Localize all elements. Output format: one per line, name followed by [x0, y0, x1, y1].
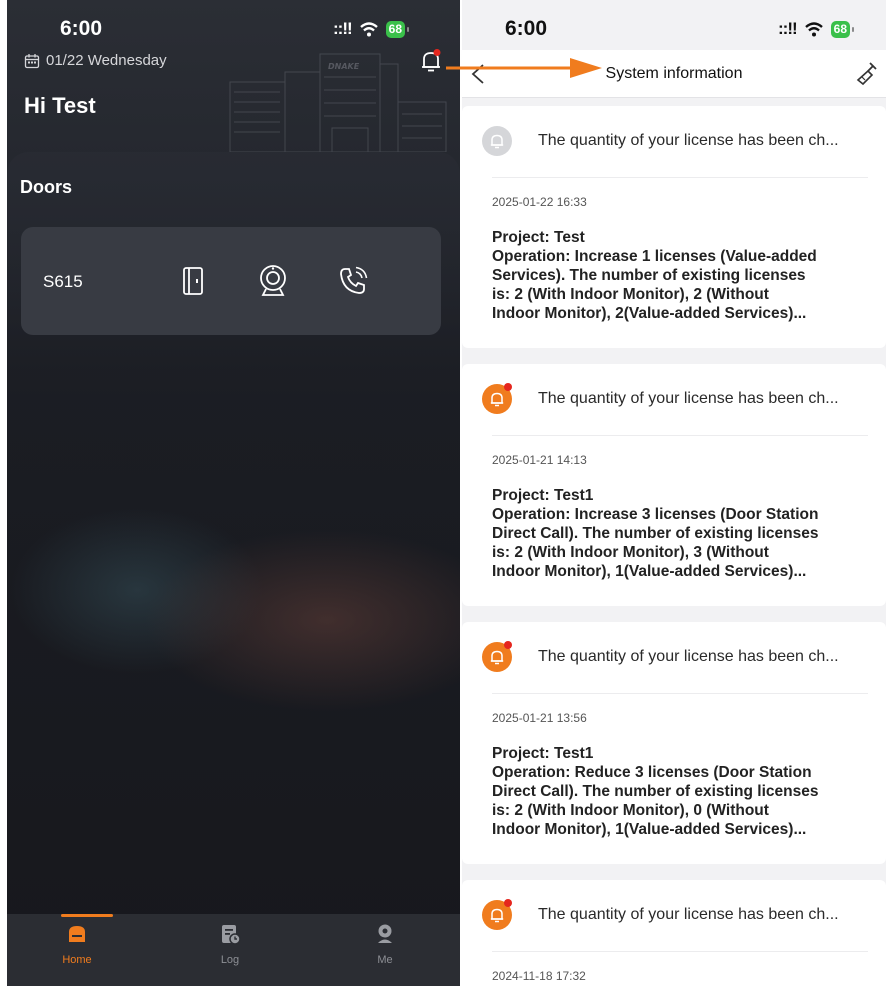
unread-dot — [504, 899, 512, 907]
battery-indicator: 68 — [830, 20, 855, 38]
message-body-line: is: 2 (With Indoor Monitor), 0 (Without — [492, 802, 769, 819]
bell-icon — [482, 126, 512, 156]
cellular-signal-icon: ::!! — [333, 19, 353, 38]
message-subject: The quantity of your license has been ch… — [538, 132, 839, 149]
home-icon — [69, 926, 85, 942]
greeting: Hi Test — [24, 93, 96, 118]
message-subject: The quantity of your license has been ch… — [538, 648, 839, 665]
system-information-screen: 6:00 ::!! 68 System information The quan… — [462, 0, 886, 986]
tab-me[interactable]: Me — [325, 914, 445, 986]
message-card[interactable]: The quantity of your license has been ch… — [462, 880, 886, 986]
battery-indicator: 68 — [385, 20, 410, 38]
message-header: The quantity of your license has been ch… — [482, 126, 839, 156]
tab-home[interactable]: Home — [17, 914, 137, 986]
date-row: 01/22 Wednesday — [24, 52, 167, 69]
message-body-line: Project: Test1 — [492, 745, 594, 762]
message-body-line: Direct Call). The number of existing lic… — [492, 783, 819, 800]
message-body-line: Services). The number of existing licens… — [492, 267, 806, 284]
message-timestamp: 2025-01-22 16:33 — [492, 195, 587, 209]
door-card[interactable]: S615 — [21, 227, 441, 335]
message-card[interactable]: The quantity of your license has been ch… — [462, 106, 886, 348]
tab-log[interactable]: Log — [170, 914, 290, 986]
message-header: The quantity of your license has been ch… — [482, 641, 839, 672]
message-body-line: Project: Test1 — [492, 487, 594, 504]
message-body-line: Direct Call). The number of existing lic… — [492, 525, 819, 542]
date-text: 01/22 Wednesday — [46, 52, 167, 69]
message-header: The quantity of your license has been ch… — [482, 383, 839, 414]
active-tab-indicator — [61, 914, 113, 917]
message-timestamp: 2025-01-21 13:56 — [492, 711, 587, 725]
wifi-icon — [359, 22, 378, 37]
tab-bar: Home Log Me — [7, 914, 460, 986]
svg-text:DNAKE: DNAKE — [328, 62, 360, 71]
status-time: 6:00 — [60, 17, 103, 40]
door-unlock-icon[interactable] — [171, 259, 215, 303]
bell-icon — [482, 641, 512, 672]
message-body: Project: Test Operation: Increase 1 licen… — [492, 228, 860, 323]
notification-dot — [433, 49, 441, 56]
message-body-line: Indoor Monitor), 1(Value-added Services)… — [492, 563, 807, 580]
divider — [492, 693, 868, 694]
bell-icon[interactable] — [420, 49, 442, 73]
status-time: 6:00 — [505, 17, 548, 40]
message-body-line: Operation: Increase 3 licenses (Door Sta… — [492, 506, 819, 523]
tab-me-label: Me — [377, 954, 393, 966]
wifi-icon — [804, 22, 823, 37]
message-timestamp: 2024-11-18 17:32 — [492, 969, 586, 983]
bell-icon — [482, 383, 512, 414]
message-body-line: is: 2 (With Indoor Monitor), 2 (Without — [492, 286, 769, 303]
building-illustration: DNAKE — [229, 53, 447, 152]
message-body-line: Operation: Reduce 3 licenses (Door Stati… — [492, 764, 812, 781]
message-header: The quantity of your license has been ch… — [482, 899, 839, 930]
message-subject: The quantity of your license has been ch… — [538, 390, 839, 407]
message-subject: The quantity of your license has been ch… — [538, 906, 839, 923]
door-name: S615 — [43, 272, 83, 291]
home-screen: 6:00 ::!! 68 DNAKE 01/22 Wednesday Hi Te… — [7, 0, 460, 986]
divider — [492, 177, 868, 178]
message-body-line: is: 2 (With Indoor Monitor), 3 (Without — [492, 544, 769, 561]
divider — [492, 951, 868, 952]
message-body-line: Operation: Increase 1 licenses (Value-ad… — [492, 248, 817, 265]
message-body-line: Indoor Monitor), 1(Value-added Services)… — [492, 821, 807, 838]
divider — [492, 435, 868, 436]
camera-icon[interactable] — [251, 259, 295, 303]
message-timestamp: 2025-01-21 14:13 — [492, 453, 587, 467]
calendar-icon — [24, 53, 40, 68]
status-icons: ::!! 68 — [778, 19, 855, 39]
unread-dot — [504, 641, 512, 649]
log-icon — [222, 925, 241, 945]
tab-log-label: Log — [220, 954, 240, 966]
message-card[interactable]: The quantity of your license has been ch… — [462, 622, 886, 864]
cellular-signal-icon: ::!! — [778, 19, 798, 38]
tab-home-label: Home — [62, 954, 92, 966]
message-body-line: Indoor Monitor), 2(Value-added Services)… — [492, 305, 807, 322]
clear-broom-icon[interactable] — [854, 60, 880, 86]
message-body: Project: Test1 Operation: Increase 3 lice… — [492, 486, 860, 581]
user-icon — [378, 924, 392, 943]
message-body: Project: Test1 Operation: Reduce 3 licens… — [492, 744, 860, 839]
doors-title: Doors — [20, 177, 73, 197]
phone-call-icon[interactable] — [331, 259, 375, 303]
bell-icon — [482, 899, 512, 930]
message-body-line: Project: Test — [492, 229, 585, 246]
annotation-arrow — [446, 58, 602, 78]
unread-dot — [504, 383, 512, 391]
message-card[interactable]: The quantity of your license has been ch… — [462, 364, 886, 606]
status-icons: ::!! 68 — [333, 19, 410, 39]
